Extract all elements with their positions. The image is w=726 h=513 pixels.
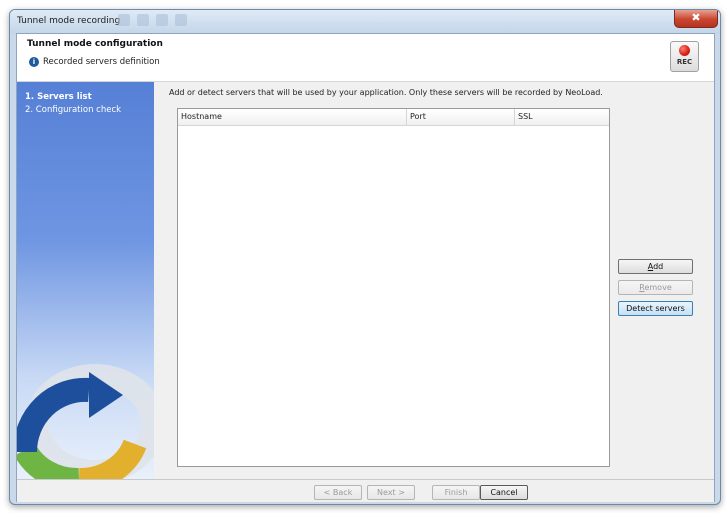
wizard-window: Tunnel mode recording ✖ Tunnel mode conf… xyxy=(9,9,721,505)
titlebar-ghost-icon xyxy=(175,14,187,26)
header-subtitle: Recorded servers definition xyxy=(43,57,160,67)
rec-icon: REC xyxy=(670,41,699,72)
table-header: Hostname Port SSL xyxy=(178,109,609,126)
close-button[interactable]: ✖ xyxy=(674,10,718,28)
dialog-client-area: Tunnel mode configuration i Recorded ser… xyxy=(16,33,715,502)
titlebar-ghost-icon xyxy=(137,14,149,26)
servers-table[interactable]: Hostname Port SSL xyxy=(177,108,610,467)
refresh-arrow-logo xyxy=(17,364,154,479)
instructions-text: Add or detect servers that will be used … xyxy=(169,88,603,97)
back-button[interactable]: < Back xyxy=(314,485,362,500)
next-button[interactable]: Next > xyxy=(367,485,415,500)
remove-label-rest: emove xyxy=(644,283,672,292)
column-header-ssl[interactable]: SSL xyxy=(515,109,609,125)
header-title: Tunnel mode configuration xyxy=(27,39,163,49)
step-configuration-check: 2. Configuration check xyxy=(25,105,122,115)
add-label-rest: dd xyxy=(653,262,664,271)
cancel-button[interactable]: Cancel xyxy=(480,485,528,500)
column-header-hostname[interactable]: Hostname xyxy=(178,109,407,125)
titlebar-ghost-icon xyxy=(156,14,168,26)
wizard-footer: < Back Next > Finish Cancel xyxy=(17,479,714,502)
remove-button[interactable]: Remove xyxy=(618,280,693,295)
info-icon: i xyxy=(29,57,39,67)
window-title: Tunnel mode recording xyxy=(17,16,121,26)
close-icon: ✖ xyxy=(691,11,701,24)
column-header-port[interactable]: Port xyxy=(407,109,515,125)
titlebar-ghost-icon xyxy=(118,14,130,26)
rec-label: REC xyxy=(676,58,693,66)
step-servers-list: 1. Servers list xyxy=(25,92,92,102)
wizard-header: Tunnel mode configuration i Recorded ser… xyxy=(17,34,714,82)
add-button[interactable]: Add xyxy=(618,259,693,274)
title-bar[interactable]: Tunnel mode recording ✖ xyxy=(10,10,720,34)
detect-servers-button[interactable]: Detect servers xyxy=(618,301,693,316)
wizard-steps-sidebar: 1. Servers list 2. Configuration check xyxy=(17,82,154,479)
finish-button[interactable]: Finish xyxy=(432,485,480,500)
rec-dot xyxy=(679,45,690,56)
